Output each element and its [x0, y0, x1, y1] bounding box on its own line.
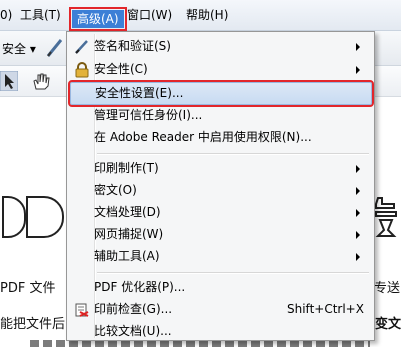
- submenu-arrow-icon: [356, 253, 360, 261]
- menu-item-accessibility[interactable]: 辅助工具(A): [70, 246, 370, 267]
- select-arrow-icon[interactable]: [0, 71, 18, 91]
- menu-item-label: 比较文档(U)...: [94, 324, 172, 338]
- menubar-item-help[interactable]: 帮助(H): [186, 7, 228, 24]
- submenu-arrow-icon: [356, 66, 360, 74]
- menubar-item-view[interactable]: 0): [0, 7, 12, 24]
- menu-item-web-capture[interactable]: 网页捕捉(W): [70, 224, 370, 245]
- submenu-arrow-icon: [356, 209, 360, 217]
- menu-item-label: 印前检查(G)...: [94, 302, 173, 316]
- doc-text-right: 变文: [375, 317, 401, 332]
- submenu-arrow-icon: [356, 187, 360, 195]
- menu-item-sign-and-verify[interactable]: 签名和验证(S): [70, 36, 370, 57]
- hand-tool-icon[interactable]: [30, 71, 52, 91]
- menu-item-enable-usage-rights[interactable]: 在 Adobe Reader 中启用使用权限(N)...: [70, 127, 370, 148]
- advanced-menu: 签名和验证(S) 安全性(C) 安全性设置(E)... 管理可信任身份(I)..…: [66, 31, 375, 341]
- doc-text-line: PDF 文件: [0, 281, 56, 296]
- menu-item-compare-documents[interactable]: 比较文档(U)...: [70, 321, 370, 342]
- menu-item-label: 安全性(C): [94, 62, 148, 76]
- menu-item-pdf-optimizer[interactable]: PDF 优化器(P)...: [70, 277, 370, 298]
- menu-item-manage-trusted-identities[interactable]: 管理可信任身份(I)...: [70, 105, 370, 126]
- menu-item-label: PDF 优化器(P)...: [94, 280, 186, 294]
- menu-item-document-processing[interactable]: 文档处理(D): [70, 202, 370, 223]
- menu-bar: 0) 工具(T) 高级(A) 窗口(W) 帮助(H): [0, 0, 401, 31]
- preflight-icon: [75, 303, 89, 317]
- menu-item-preflight[interactable]: 印前检查(G)... Shift+Ctrl+X: [70, 299, 370, 320]
- menubar-item-tools[interactable]: 工具(T): [20, 7, 61, 24]
- menu-item-label: 文档处理(D): [94, 205, 161, 219]
- pen-signature-icon: [75, 40, 88, 54]
- menu-item-label: 辅助工具(A): [94, 249, 160, 263]
- menu-item-label: 网页捕捉(W): [94, 227, 164, 241]
- submenu-arrow-icon: [356, 231, 360, 239]
- menu-item-label: 密文(O): [94, 183, 137, 197]
- menu-item-label: 签名和验证(S): [94, 39, 171, 53]
- doc-decorative-glyph: [375, 197, 397, 237]
- menu-item-label: 管理可信任身份(I)...: [94, 108, 203, 122]
- submenu-arrow-icon: [356, 165, 360, 173]
- submenu-arrow-icon: [356, 43, 360, 51]
- doc-logo-glyph: [2, 196, 26, 238]
- doc-text-line: 能把文件后: [0, 317, 66, 332]
- menu-item-label: 印刷制作(T): [94, 161, 159, 175]
- menubar-item-advanced[interactable]: 高级(A): [69, 7, 127, 31]
- menu-item-print-production[interactable]: 印刷制作(T): [70, 158, 370, 179]
- menu-item-label: 在 Adobe Reader 中启用使用权限(N)...: [94, 130, 312, 144]
- menu-item-label: 安全性设置(E)...: [95, 86, 184, 100]
- menu-separator: [97, 153, 369, 155]
- pen-icon[interactable]: [45, 37, 65, 59]
- doc-text-right: 专送: [374, 281, 401, 296]
- menu-item-security[interactable]: 安全性(C): [70, 59, 370, 80]
- lock-icon: [75, 62, 89, 78]
- security-dropdown[interactable]: 安全 ▾: [2, 40, 36, 57]
- menu-item-redaction[interactable]: 密文(O): [70, 180, 370, 201]
- doc-logo-glyph: [26, 196, 64, 238]
- menu-separator: [97, 272, 369, 274]
- menu-item-security-settings[interactable]: 安全性设置(E)...: [68, 80, 374, 107]
- menubar-item-window[interactable]: 窗口(W): [127, 7, 172, 24]
- menu-item-shortcut: Shift+Ctrl+X: [287, 302, 364, 316]
